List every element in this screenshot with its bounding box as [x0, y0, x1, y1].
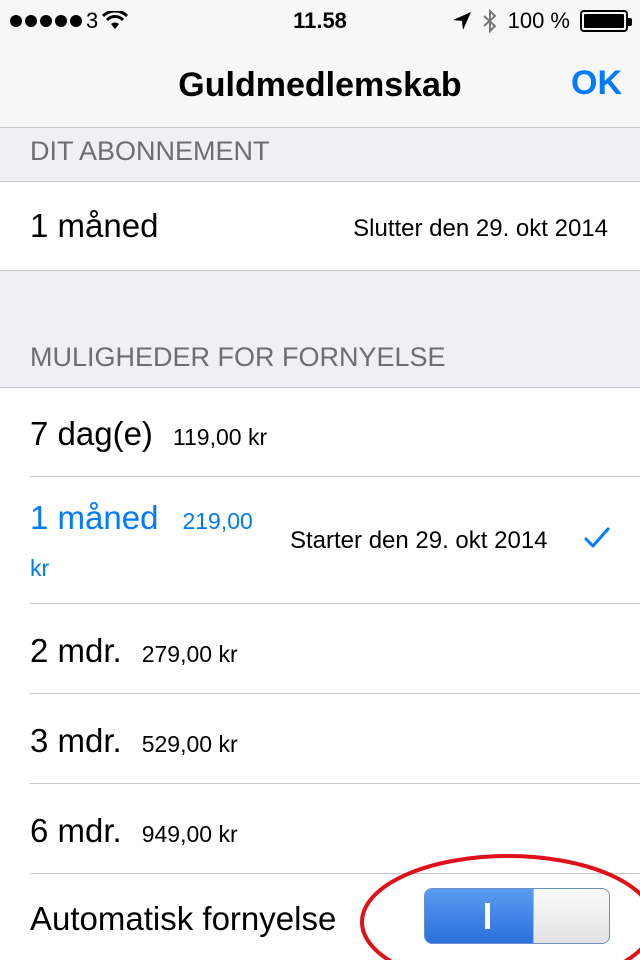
- checkmark-icon: [584, 527, 610, 548]
- status-bar: 3 11.58 100 %: [0, 0, 640, 40]
- option-label: 1 måned: [30, 499, 159, 536]
- option-label: 2 mdr.: [30, 632, 122, 669]
- subscription-period: 1 måned: [30, 207, 159, 244]
- status-right: 100 %: [452, 8, 632, 34]
- renewal-option-3-months[interactable]: 3 mdr. 529,00 kr: [0, 694, 640, 784]
- auto-renew-label: Automatisk fornyelse: [30, 900, 337, 937]
- renewal-option-1-month[interactable]: 1 måned 219,00 kr Starter den 29. okt 201…: [0, 477, 640, 604]
- section-header-subscription: DIT ABONNEMENT: [30, 136, 270, 166]
- toggle-on-track: [425, 889, 533, 943]
- option-start-date: Starter den 29. okt 2014: [290, 527, 548, 554]
- navigation-bar: Guldmedlemskab OK: [0, 40, 640, 128]
- renewal-option-7-days[interactable]: 7 dag(e) 119,00 kr: [0, 387, 640, 477]
- option-price: 219,00: [182, 508, 253, 534]
- subscription-end-date: Slutter den 29. okt 2014: [353, 215, 608, 242]
- option-price-wrap: kr: [30, 555, 50, 581]
- battery-percent: 100 %: [507, 8, 570, 33]
- option-label: 7 dag(e): [30, 415, 153, 452]
- option-price: 949,00 kr: [141, 821, 238, 847]
- option-label: 3 mdr.: [30, 722, 122, 759]
- page-title: Guldmedlemskab: [178, 66, 462, 104]
- subscription-row: 1 måned Slutter den 29. okt 2014: [0, 181, 640, 271]
- auto-renew-toggle[interactable]: [424, 888, 610, 944]
- battery-icon: [580, 10, 632, 32]
- renewal-option-6-months[interactable]: 6 mdr. 949,00 kr: [0, 784, 640, 874]
- toggle-knob[interactable]: [533, 889, 609, 943]
- ok-button[interactable]: OK: [571, 64, 622, 103]
- option-price: 279,00 kr: [141, 641, 238, 667]
- toggle-on-indicator: [485, 903, 490, 929]
- option-price: 529,00 kr: [141, 731, 238, 757]
- renewal-option-2-months[interactable]: 2 mdr. 279,00 kr: [0, 604, 640, 694]
- bluetooth-icon: [482, 9, 497, 33]
- option-price: 119,00 kr: [172, 424, 268, 450]
- location-arrow-icon: [452, 12, 471, 30]
- option-label: 6 mdr.: [30, 812, 122, 849]
- section-header-renewal: MULIGHEDER FOR FORNYELSE: [30, 342, 446, 372]
